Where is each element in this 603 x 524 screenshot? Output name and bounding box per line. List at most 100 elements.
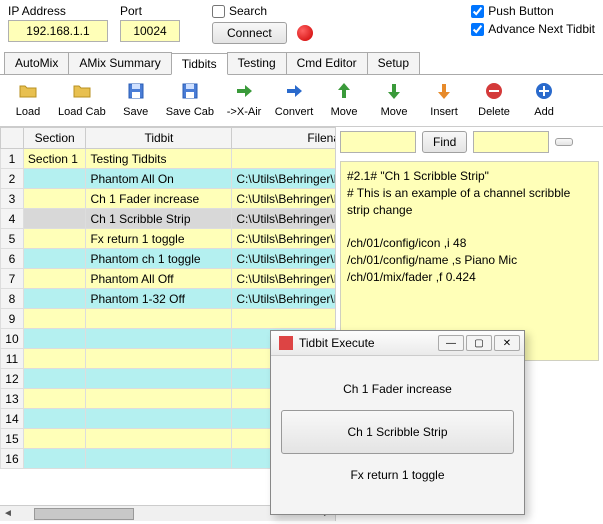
convert-button[interactable]: Convert (270, 79, 318, 120)
port-label: Port (120, 4, 180, 18)
close-icon[interactable]: ✕ (494, 335, 520, 351)
grid-header[interactable] (1, 128, 24, 149)
cell-section[interactable]: Section 1 (23, 149, 86, 169)
cell-tidbit[interactable]: Phantom 1-32 Off (86, 289, 232, 309)
cell-tidbit[interactable] (86, 369, 232, 389)
cell-filename[interactable]: C:\Utils\Behringer\F (232, 189, 335, 209)
tab-amix-summary[interactable]: AMix Summary (68, 52, 171, 74)
cell-section[interactable] (23, 169, 86, 189)
cell-filename[interactable]: C:\Utils\Behringer\F (232, 289, 335, 309)
cell-filename[interactable]: C:\Utils\Behringer\F (232, 169, 335, 189)
cell-tidbit[interactable]: Phantom ch 1 toggle (86, 249, 232, 269)
connect-button[interactable]: Connect (212, 22, 287, 44)
cell-section[interactable] (23, 289, 86, 309)
cell-tidbit[interactable]: Fx return 1 toggle (86, 229, 232, 249)
row-number: 11 (1, 349, 24, 369)
table-row[interactable]: 1Section 1Testing Tidbits (1, 149, 336, 169)
table-row[interactable]: 5 Fx return 1 toggleC:\Utils\Behringer\F (1, 229, 336, 249)
cell-tidbit[interactable]: Phantom All Off (86, 269, 232, 289)
cell-tidbit[interactable]: Testing Tidbits (86, 149, 232, 169)
cell-section[interactable] (23, 189, 86, 209)
insert-button[interactable]: Insert (420, 79, 468, 120)
add-button[interactable]: Add (520, 79, 568, 120)
dialog-next-label: Fx return 1 toggle (281, 468, 514, 482)
folder-icon (72, 81, 92, 106)
cell-section[interactable] (23, 209, 86, 229)
cell-tidbit[interactable]: Ch 1 Fader increase (86, 189, 232, 209)
cell-section[interactable] (23, 369, 86, 389)
cell-filename[interactable]: C:\Utils\Behringer\F (232, 249, 335, 269)
move-down-button[interactable]: Move (370, 79, 418, 120)
ip-input[interactable] (8, 20, 108, 42)
cell-section[interactable] (23, 249, 86, 269)
load-button[interactable]: Load (4, 79, 52, 120)
cell-tidbit[interactable] (86, 429, 232, 449)
cell-section[interactable] (23, 309, 86, 329)
find-button[interactable]: Find (422, 131, 467, 153)
move-up-button[interactable]: Move (320, 79, 368, 120)
cell-filename[interactable] (232, 149, 335, 169)
delete-button[interactable]: Delete (470, 79, 518, 120)
grid-header[interactable]: Tidbit (86, 128, 232, 149)
dialog-prev-label: Ch 1 Fader increase (281, 382, 514, 396)
cell-section[interactable] (23, 269, 86, 289)
dialog-execute-button[interactable]: Ch 1 Scribble Strip (281, 410, 514, 454)
cell-section[interactable] (23, 389, 86, 409)
cell-tidbit[interactable] (86, 409, 232, 429)
ip-label: IP Address (8, 4, 108, 18)
load-cab-button[interactable]: Load Cab (54, 79, 110, 120)
minimize-icon[interactable]: — (438, 335, 464, 351)
tab-tidbits[interactable]: Tidbits (171, 53, 228, 75)
row-number: 15 (1, 429, 24, 449)
advance-checkbox[interactable] (471, 23, 484, 36)
row-number: 5 (1, 229, 24, 249)
save-button[interactable]: Save (112, 79, 160, 120)
tab-testing[interactable]: Testing (227, 52, 287, 74)
cell-filename[interactable]: C:\Utils\Behringer\F (232, 229, 335, 249)
maximize-icon[interactable]: ▢ (466, 335, 492, 351)
grid-header[interactable]: Section (23, 128, 86, 149)
to-xair-button[interactable]: ->X-Air (220, 79, 268, 120)
table-row[interactable]: 4Ch 1 Scribble StripC:\Utils\Behringer\F (1, 209, 336, 229)
find-left-input[interactable] (340, 131, 416, 153)
tab-cmd-editor[interactable]: Cmd Editor (286, 52, 368, 74)
cell-filename[interactable]: C:\Utils\Behringer\F (232, 269, 335, 289)
row-number: 2 (1, 169, 24, 189)
table-row[interactable]: 3 Ch 1 Fader increaseC:\Utils\Behringer\F (1, 189, 336, 209)
row-number: 12 (1, 369, 24, 389)
port-input[interactable] (120, 20, 180, 42)
cell-section[interactable] (23, 349, 86, 369)
cell-tidbit[interactable]: Phantom All On (86, 169, 232, 189)
cell-section[interactable] (23, 429, 86, 449)
cell-tidbit[interactable]: Ch 1 Scribble Strip (86, 209, 232, 229)
row-number: 3 (1, 189, 24, 209)
cell-section[interactable] (23, 229, 86, 249)
row-number: 8 (1, 289, 24, 309)
table-row[interactable]: 6Phantom ch 1 toggleC:\Utils\Behringer\F (1, 249, 336, 269)
plus-blue-icon (534, 81, 554, 106)
table-row[interactable]: 8 Phantom 1-32 OffC:\Utils\Behringer\F (1, 289, 336, 309)
cell-section[interactable] (23, 449, 86, 469)
search-checkbox[interactable] (212, 5, 225, 18)
grid-header[interactable]: Filenar (232, 128, 335, 149)
table-row[interactable]: 9 (1, 309, 336, 329)
table-row[interactable]: 2 Phantom All OnC:\Utils\Behringer\F (1, 169, 336, 189)
table-row[interactable]: 7Phantom All OffC:\Utils\Behringer\F (1, 269, 336, 289)
find-right-input[interactable] (473, 131, 549, 153)
cell-section[interactable] (23, 329, 86, 349)
cell-tidbit[interactable] (86, 329, 232, 349)
folder-icon (18, 81, 38, 106)
pushbutton-checkbox[interactable] (471, 5, 484, 18)
cell-tidbit[interactable] (86, 449, 232, 469)
cell-filename[interactable] (232, 309, 335, 329)
cell-filename[interactable]: C:\Utils\Behringer\F (232, 209, 335, 229)
cell-tidbit[interactable] (86, 349, 232, 369)
cell-tidbit[interactable] (86, 389, 232, 409)
tab-automix[interactable]: AutoMix (4, 52, 69, 74)
find-extra-button[interactable] (555, 138, 573, 146)
save-cab-button[interactable]: Save Cab (162, 79, 218, 120)
cell-section[interactable] (23, 409, 86, 429)
tab-setup[interactable]: Setup (367, 52, 420, 74)
arrow-right-blue-icon (284, 81, 304, 106)
cell-tidbit[interactable] (86, 309, 232, 329)
